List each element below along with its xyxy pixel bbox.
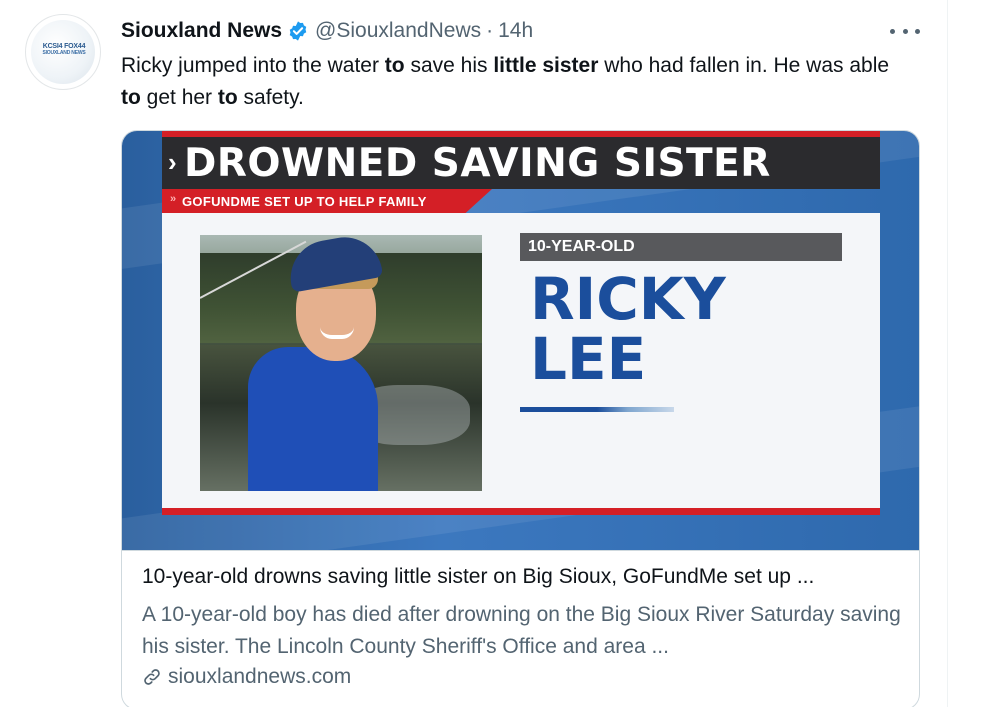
avatar-logo-line1: KCSI4 FOX44 — [42, 43, 86, 50]
tweet-text: Ricky jumped into the water to save his … — [121, 50, 911, 114]
tweet-text-segment: who had fallen in. He was able — [598, 54, 890, 77]
more-dot — [902, 28, 908, 34]
graphic-headline-bar: › DROWNED SAVING SISTER — [162, 137, 880, 189]
graphic-name-underline — [520, 407, 674, 412]
author-name[interactable]: Siouxland News — [121, 19, 282, 43]
more-options-icon[interactable] — [890, 20, 920, 42]
graphic-subheadline: GOFUNDME SET UP TO HELP FAMILY — [182, 194, 427, 209]
tweet-text-segment: get her — [140, 86, 218, 109]
author-handle[interactable]: @SiouxlandNews — [315, 19, 481, 43]
tweet-text-segment: save his — [404, 54, 494, 77]
graphic-age-bar: 10-YEAR-OLD — [520, 233, 842, 261]
card-domain-text: siouxlandnews.com — [168, 665, 352, 688]
tweet-text-highlight: to — [217, 86, 238, 109]
graphic-name: RICKY LEE — [530, 269, 726, 389]
avatar-logo-text: KCSI4 FOX44 SIOUXLAND NEWS — [30, 43, 98, 57]
avatar-logo-line2: SIOUXLAND NEWS — [42, 50, 86, 56]
more-dot — [915, 28, 920, 34]
double-chevron-icon: » — [170, 193, 177, 205]
tweet-timestamp[interactable]: 14h — [498, 19, 533, 43]
more-dot — [890, 28, 895, 34]
link-icon — [144, 669, 160, 685]
card-domain[interactable]: siouxlandnews.com — [142, 665, 351, 689]
card-image: › DROWNED SAVING SISTER » GOFUNDME SET U… — [122, 131, 919, 550]
tweet-text-highlight: to — [384, 54, 405, 77]
tweet-text-highlight: to — [121, 86, 141, 109]
photo-shirt — [248, 347, 378, 491]
tweet-text-segment: Ricky jumped into the water — [121, 54, 385, 77]
graphic-panel: 10-YEAR-OLD RICKY LEE — [162, 213, 880, 508]
avatar[interactable]: KCSI4 FOX44 SIOUXLAND NEWS — [25, 14, 101, 90]
card-title[interactable]: 10-year-old drowns saving little sister … — [142, 565, 902, 589]
verified-badge-icon — [287, 20, 309, 42]
graphic-name-line1: RICKY — [530, 265, 726, 333]
tweet-header: Siouxland News @SiouxlandNews · 14h — [121, 18, 533, 44]
graphic-red-bottom-bar — [162, 508, 880, 515]
graphic-headline: DROWNED SAVING SISTER — [184, 141, 771, 186]
chevron-right-icon: › — [168, 147, 177, 177]
card-description: A 10-year-old boy has died after drownin… — [142, 603, 901, 658]
tweet-text-segment: safety. — [237, 86, 304, 109]
header-separator: · — [486, 19, 494, 42]
graphic-age-label: 10-YEAR-OLD — [528, 238, 635, 255]
link-card[interactable]: › DROWNED SAVING SISTER » GOFUNDME SET U… — [121, 130, 920, 707]
tweet-text-highlight: little sister — [493, 54, 599, 77]
graphic-name-line2: LEE — [530, 325, 647, 393]
card-body: 10-year-old drowns saving little sister … — [122, 550, 919, 707]
tweet: KCSI4 FOX44 SIOUXLAND NEWS Siouxland New… — [0, 0, 948, 707]
graphic-subheadline-bar: » GOFUNDME SET UP TO HELP FAMILY — [162, 189, 492, 213]
boy-photo — [200, 235, 482, 491]
